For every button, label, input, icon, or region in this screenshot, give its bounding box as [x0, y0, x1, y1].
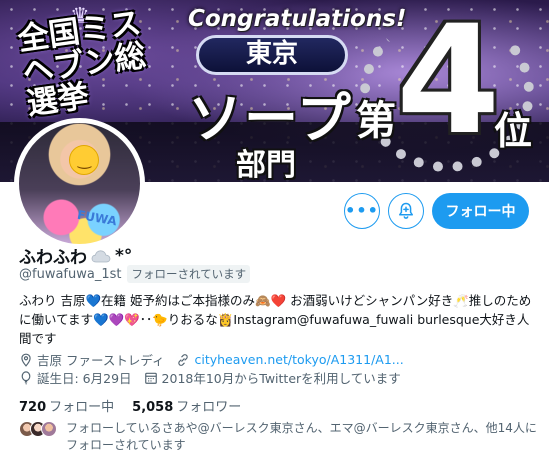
profile-avatar[interactable]: FUWA	[14, 118, 145, 249]
location-text: 吉原 ファーストレディ	[37, 353, 165, 368]
calendar-icon	[144, 372, 157, 384]
bell-plus-icon	[399, 202, 413, 219]
joined-text: 2018年10月からTwitterを利用しています	[161, 371, 401, 386]
rank-prefix: 第	[356, 98, 396, 144]
profile-url-link[interactable]: cityheaven.net/tokyo/A1311/A1...	[194, 352, 403, 367]
balloon-icon	[21, 370, 31, 385]
meta-row-birthday-joined: 誕生日: 6月29日 2018年10月からTwitterを利用しています	[19, 368, 413, 387]
banner-award-title: 全国ミスヘブン総選挙	[15, 4, 148, 123]
followers-count: 5,058	[132, 400, 174, 415]
following-button[interactable]: フォロー中	[432, 193, 529, 229]
more-options-button[interactable]: •••	[344, 193, 380, 229]
follows-you-badge: フォローされています	[127, 265, 251, 283]
followers-you-know-text: フォローしているさあや@バーレスク東京さん、エマ@バーレスク東京さん、他14人に…	[66, 421, 537, 452]
rank-suffix: 位	[494, 109, 533, 153]
url-item[interactable]: cityheaven.net/tokyo/A1311/A1...	[176, 352, 404, 367]
birthday-text: 誕生日: 6月29日	[37, 371, 132, 386]
location-item: 吉原 ファーストレディ	[19, 350, 164, 369]
user-handle: @fuwafuwa_1st	[19, 266, 122, 282]
banner-city: 東京	[196, 35, 348, 75]
handle-row: @fuwafuwa_1st フォローされています	[19, 265, 251, 283]
birthday-item: 誕生日: 6月29日	[19, 368, 132, 387]
avatar	[41, 421, 57, 437]
joined-item: 2018年10月からTwitterを利用しています	[144, 368, 401, 387]
following-label: フォロー中	[49, 400, 115, 415]
location-pin-icon	[21, 353, 31, 367]
notifications-button[interactable]	[388, 193, 424, 229]
following-count: 720	[19, 400, 47, 415]
followers-label: フォロワー	[176, 400, 242, 415]
link-icon	[178, 353, 189, 366]
followers-stat[interactable]: 5,058 フォロワー	[132, 396, 241, 415]
following-stat[interactable]: 720 フォロー中	[19, 396, 114, 415]
rank-badge: 4 第 位	[352, 0, 542, 180]
display-name-suffix: *°	[115, 245, 133, 266]
follow-stats: 720 フォロー中 5,058 フォロワー	[19, 396, 241, 415]
smiley-face-sticker	[69, 145, 99, 175]
banner-division: 部門	[236, 148, 296, 182]
profile-bio: ふわり 吉原💙在籍 姫予約はご本指様のみ🙈❤️ お酒弱いけどシャンパン好き🥂推し…	[19, 293, 532, 346]
followers-you-know[interactable]: フォローしているさあや@バーレスク東京さん、エマ@バーレスク東京さん、他14人に…	[19, 420, 544, 454]
rank-number: 4	[396, 0, 501, 168]
meta-row-location-url: 吉原 ファーストレディ cityheaven.net/tokyo/A1311/A…	[19, 350, 416, 369]
cloud-icon	[91, 249, 111, 262]
follower-avatars	[19, 421, 57, 454]
avatar-wall-text: FUWA	[76, 207, 118, 229]
more-horizontal-icon: •••	[345, 201, 379, 220]
